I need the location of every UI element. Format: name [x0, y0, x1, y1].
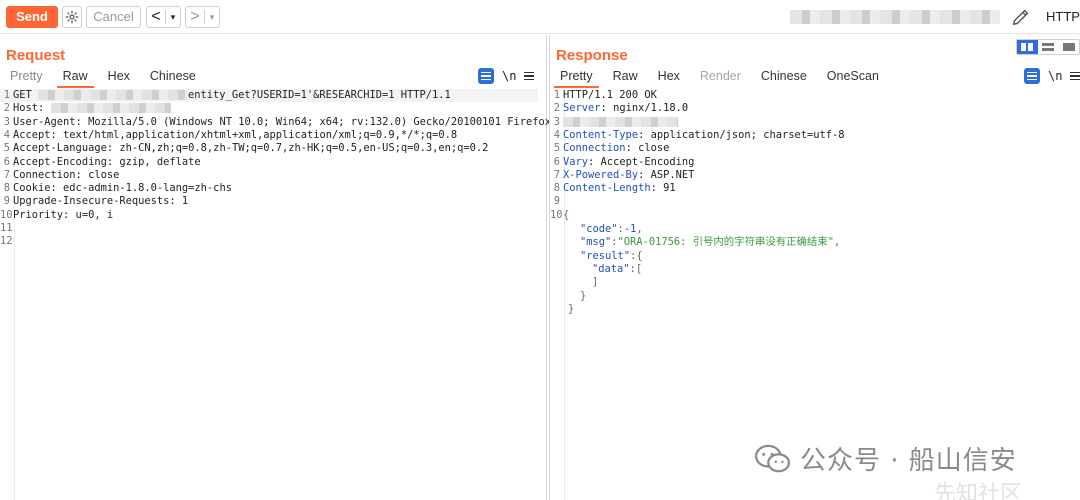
- json-data-close: ]: [592, 276, 599, 289]
- tab-chinese[interactable]: Chinese: [140, 67, 206, 89]
- response-title: Response: [556, 47, 628, 64]
- show-newlines-toggle[interactable]: \n: [1048, 69, 1062, 83]
- menu-icon[interactable]: [1070, 71, 1080, 81]
- request-line-10: 10Priority: u=0, i: [0, 208, 114, 221]
- wechat-icon: [755, 444, 791, 472]
- columns-icon: [1021, 43, 1034, 51]
- tab-pretty[interactable]: Pretty: [550, 67, 603, 89]
- watermark: 公众号 · 船山信安: [754, 440, 1017, 477]
- menu-icon[interactable]: [524, 71, 535, 81]
- request-line-12: 12: [0, 235, 13, 248]
- request-line-2: 2 Host:: [0, 102, 171, 115]
- response-tabs: Pretty Raw Hex Render Chinese OneScan: [550, 67, 889, 89]
- target-protocol-label[interactable]: HTTP/: [1046, 9, 1080, 24]
- tab-hex[interactable]: Hex: [648, 67, 690, 89]
- json-result-close: }: [580, 289, 587, 302]
- split-horizontal-button[interactable]: [1017, 40, 1038, 54]
- back-nav-group: < ▾: [146, 6, 181, 28]
- request-title: Request: [6, 47, 66, 64]
- send-button[interactable]: Send: [6, 6, 58, 28]
- response-line-3: 3: [550, 116, 678, 129]
- request-tabs: Pretty Raw Hex Chinese: [0, 67, 206, 89]
- request-line-6: 6 Accept-Encoding: gzip, deflate: [3, 155, 201, 168]
- single-pane-icon: [1062, 43, 1075, 51]
- wrap-lines-icon[interactable]: [1024, 68, 1040, 84]
- response-line-4: 4 Content-Type: application/json; charset…: [553, 128, 845, 141]
- request-line-8: 8 Cookie: edc-admin-1.8.0-lang=zh-chs: [3, 182, 232, 195]
- json-code-line: "code":-1,: [580, 223, 643, 235]
- watermark-faint-text: 先知社区: [934, 482, 1023, 500]
- tabbed-layout-button[interactable]: [1058, 40, 1079, 54]
- gear-icon: [65, 10, 79, 24]
- tab-raw[interactable]: Raw: [53, 67, 98, 89]
- back-history-dropdown[interactable]: ▾: [166, 7, 180, 27]
- tab-onescan[interactable]: OneScan: [817, 67, 889, 89]
- tab-hex[interactable]: Hex: [98, 67, 140, 89]
- redacted-header: [563, 116, 678, 127]
- edit-target-icon[interactable]: [1010, 6, 1032, 28]
- response-line-7: 7 X-Powered-By: ASP.NET: [553, 168, 695, 181]
- response-line-10: 10{: [550, 208, 570, 221]
- json-result-line: "result":{: [580, 249, 643, 262]
- tab-render[interactable]: Render: [690, 67, 751, 89]
- response-editor-tools: \n: [1024, 68, 1080, 84]
- redacted-path: [38, 90, 189, 100]
- json-root-close: }: [568, 302, 575, 315]
- json-data-line: "data":[: [592, 262, 643, 275]
- request-line-4: 4 Accept: text/html,application/xhtml+xml…: [3, 128, 458, 141]
- request-line-3: 3 User-Agent: Mozilla/5.0 (Windows NT 10.…: [3, 115, 589, 128]
- request-line-7: 7 Connection: close: [3, 168, 120, 181]
- tab-pretty[interactable]: Pretty: [0, 67, 53, 89]
- back-button[interactable]: <: [147, 7, 165, 27]
- watermark-text: 公众号 · 船山信安: [800, 446, 1017, 476]
- json-msg-line: "msg":"ORA-01756: 引号内的字符串没有正确结束",: [580, 236, 841, 249]
- request-panel: Request Pretty Raw Hex Chinese \n 1 GET e…: [0, 35, 589, 500]
- rows-icon: [1042, 43, 1054, 51]
- response-line-2: 2 Server: nginx/1.18.0: [553, 102, 689, 115]
- forward-nav-group: > ▾: [185, 6, 220, 28]
- redacted-host: [50, 103, 171, 114]
- request-line-11: 11: [0, 222, 13, 234]
- request-line-1: 1 GET entity_Get?USERID=1'&RESEARCHID=1 H…: [0, 89, 538, 103]
- split-vertical-button[interactable]: [1038, 40, 1059, 54]
- tab-chinese[interactable]: Chinese: [751, 67, 817, 89]
- response-line-5: 5 Connection: close: [553, 142, 670, 155]
- forward-button[interactable]: >: [186, 7, 204, 27]
- wrap-lines-icon[interactable]: [478, 68, 494, 84]
- response-line-9: 9: [553, 195, 560, 208]
- request-line-5: 5 Accept-Language: zh-CN,zh;q=0.8,zh-TW;q…: [3, 142, 489, 155]
- request-line-9: 9 Upgrade-Insecure-Requests: 1: [3, 195, 189, 208]
- layout-toggle: [1016, 39, 1080, 55]
- response-line-1: 1 HTTP/1.1 200 OK: [553, 89, 657, 101]
- settings-button[interactable]: [62, 6, 82, 28]
- request-editor-tools: \n: [478, 68, 535, 84]
- cancel-button[interactable]: Cancel: [86, 6, 141, 28]
- response-panel: Response Pretty Raw Hex Render Chinese O…: [549, 35, 1080, 500]
- response-editor[interactable]: 1 HTTP/1.1 200 OK 2 Server: nginx/1.18.0 3…: [550, 89, 1080, 500]
- request-editor[interactable]: 1 GET entity_Get?USERID=1'&RESEARCHID=1 H…: [0, 89, 589, 500]
- forward-history-dropdown[interactable]: ▾: [205, 7, 219, 27]
- tab-raw[interactable]: Raw: [603, 67, 648, 89]
- target-host-redacted[interactable]: [790, 10, 1000, 24]
- toolbar: Send Cancel < ▾ > ▾ HTTP/: [0, 0, 1080, 34]
- show-newlines-toggle[interactable]: \n: [502, 69, 516, 83]
- response-line-8: 8 Content-Length: 91: [553, 182, 676, 195]
- response-line-6: 6 Vary: Accept-Encoding: [553, 155, 695, 168]
